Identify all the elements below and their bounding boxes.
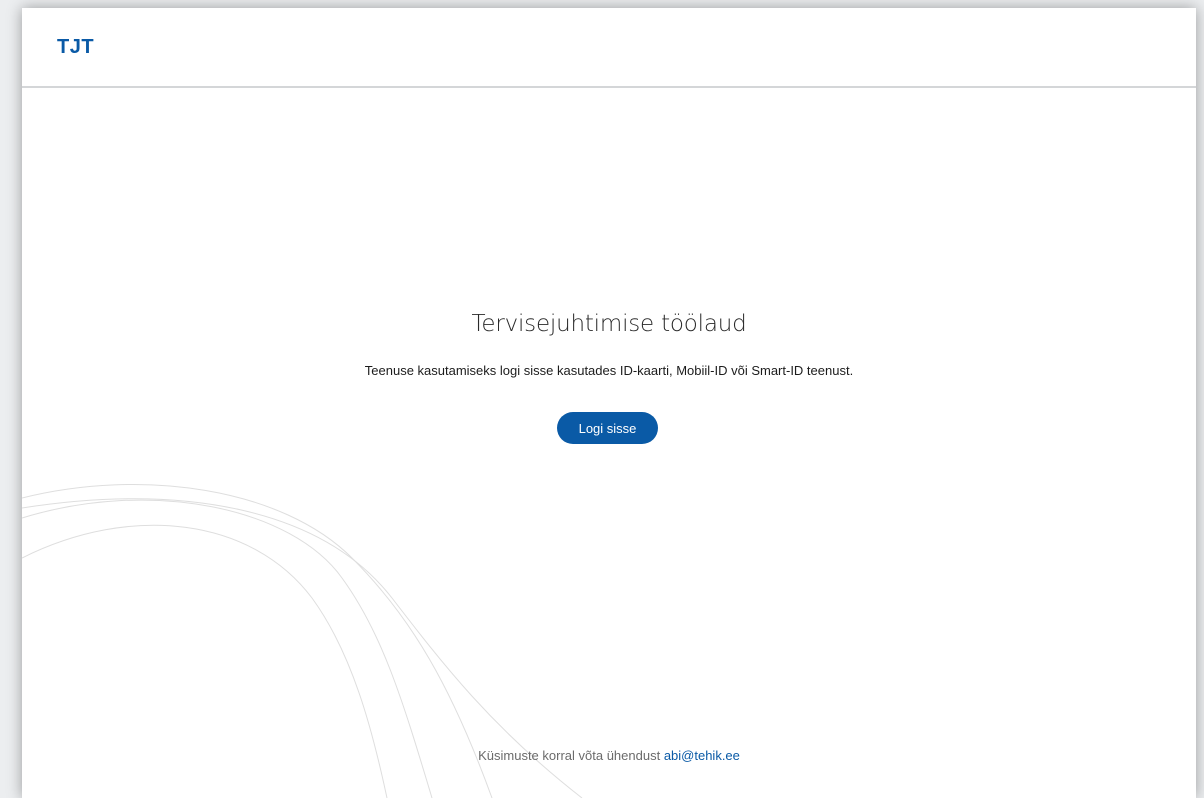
login-panel: Tervisejuhtimise töölaud Teenuse kasutam… <box>22 88 1196 798</box>
page-title: Tervisejuhtimise töölaud <box>471 311 747 337</box>
login-instructions: Teenuse kasutamiseks logi sisse kasutade… <box>364 363 854 378</box>
contact-email-link[interactable]: abi@tehik.ee <box>664 748 740 763</box>
app-window: TJT Tervisejuhtimise töölaud Teenuse kas… <box>22 8 1196 798</box>
contact-text: Küsimuste korral võta ühendust <box>478 748 664 763</box>
login-button[interactable]: Logi sisse <box>557 412 658 444</box>
logo[interactable]: TJT <box>57 36 94 59</box>
contact-footer: Küsimuste korral võta ühendust abi@tehik… <box>22 748 1196 763</box>
top-bar: TJT <box>22 8 1196 88</box>
